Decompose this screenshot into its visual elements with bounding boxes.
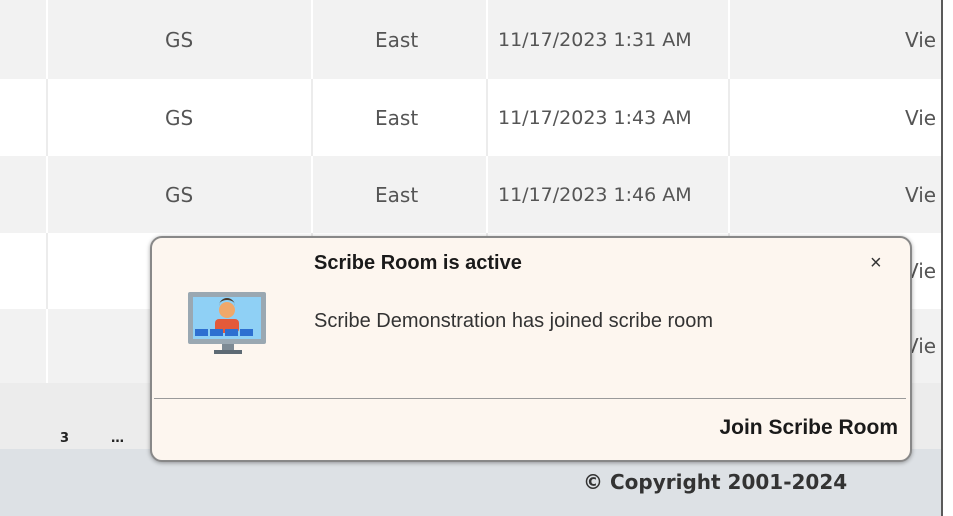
- column-divider: [728, 156, 730, 233]
- cell-region: East: [375, 105, 419, 130]
- column-divider: [486, 0, 488, 79]
- notification-message: Scribe Demonstration has joined scribe r…: [314, 310, 714, 332]
- notification-title: Scribe Room is active: [314, 252, 522, 274]
- column-divider: [46, 233, 48, 309]
- page-frame: GS East 11/17/2023 1:31 AM Vie GS East 1…: [0, 0, 941, 516]
- cell-code: GS: [165, 182, 194, 207]
- cell-region: East: [375, 27, 419, 52]
- window-edge: [941, 0, 943, 516]
- cell-time: 11/17/2023 1:43 AM: [498, 106, 692, 129]
- cell-time: 11/17/2023 1:31 AM: [498, 28, 692, 51]
- page-ellipsis[interactable]: …: [111, 431, 124, 446]
- cell-code: GS: [165, 105, 194, 130]
- cell-time: 11/17/2023 1:46 AM: [498, 183, 692, 206]
- column-divider: [728, 0, 730, 79]
- page-number[interactable]: 3: [60, 431, 69, 446]
- table-row[interactable]: GS East 11/17/2023 1:31 AM Vie: [0, 0, 941, 79]
- table-row[interactable]: GS East 11/17/2023 1:43 AM Vie: [0, 79, 941, 156]
- scribe-room-notification: Scribe Room is active × Scribe Demonstra…: [150, 236, 912, 462]
- column-divider: [486, 79, 488, 156]
- column-divider: [311, 156, 313, 233]
- view-link[interactable]: Vie: [905, 0, 936, 79]
- copyright-text: © Copyright 2001-2024: [583, 470, 848, 494]
- column-divider: [46, 156, 48, 233]
- join-scribe-room-button[interactable]: Join Scribe Room: [719, 416, 898, 440]
- view-link[interactable]: Vie: [905, 79, 936, 156]
- column-divider: [311, 0, 313, 79]
- cell-region: East: [375, 182, 419, 207]
- column-divider: [46, 0, 48, 79]
- column-divider: [46, 79, 48, 156]
- column-divider: [728, 79, 730, 156]
- monitor-user-icon: [184, 290, 268, 363]
- column-divider: [46, 309, 48, 383]
- table-row[interactable]: GS East 11/17/2023 1:46 AM Vie: [0, 156, 941, 233]
- view-link[interactable]: Vie: [905, 156, 936, 233]
- divider: [154, 398, 906, 399]
- column-divider: [486, 156, 488, 233]
- cell-code: GS: [165, 27, 194, 52]
- close-icon[interactable]: ×: [870, 252, 882, 275]
- column-divider: [311, 79, 313, 156]
